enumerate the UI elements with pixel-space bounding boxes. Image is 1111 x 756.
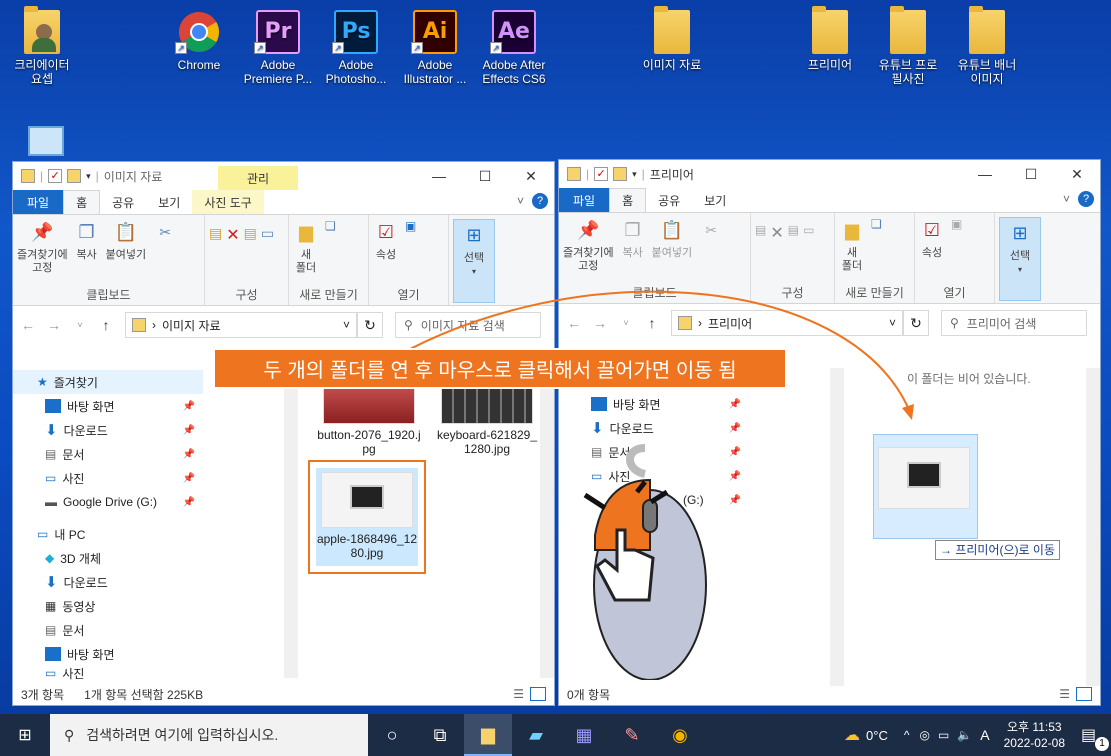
paint-icon[interactable]: ✎ xyxy=(608,714,656,756)
windows-start-icon[interactable]: ⊞ xyxy=(0,714,50,756)
chevron-up-icon[interactable]: ^ xyxy=(904,728,910,742)
notification-center-icon[interactable]: ▤ 1 xyxy=(1081,725,1111,751)
cortana-icon[interactable]: ○ xyxy=(368,714,416,756)
search-icon: ⚲ xyxy=(64,726,75,743)
ime-indicator[interactable]: A xyxy=(980,727,989,743)
network-icon[interactable]: ▭ xyxy=(938,728,949,742)
clock-date: 2022-02-08 xyxy=(1003,736,1065,750)
taskbar-search-input[interactable]: 검색하려면 여기에 입력하십시오. xyxy=(86,725,278,745)
volume-icon[interactable]: 🔈 xyxy=(957,728,972,742)
weather-icon[interactable]: ☁ xyxy=(844,725,860,745)
notes-app-icon[interactable]: ▰ xyxy=(512,714,560,756)
mouse-illustration-icon xyxy=(583,444,707,680)
task-view-icon[interactable]: ⧉ xyxy=(416,714,464,756)
clock[interactable]: 오후 11:53 2022-02-08 xyxy=(1004,719,1065,751)
notification-badge: 1 xyxy=(1095,737,1109,751)
instruction-caption: 두 개의 폴더를 연 후 마우스로 클릭해서 끌어가면 이동 됨 xyxy=(213,348,787,389)
clock-time: 오후 11:53 xyxy=(1007,720,1062,734)
taskbar-search[interactable]: ⚲ 검색하려면 여기에 입력하십시오. xyxy=(50,714,368,756)
file-explorer-icon[interactable]: ▆ xyxy=(464,714,512,756)
taskbar: ⊞ ⚲ 검색하려면 여기에 입력하십시오. ○ ⧉ ▆ ▰ ▦ ✎ ◉ ☁ 0°… xyxy=(0,714,1111,756)
meet-now-icon[interactable]: ◎ xyxy=(919,728,929,742)
weather-temp[interactable]: 0°C xyxy=(866,728,888,743)
chrome-icon[interactable]: ◉ xyxy=(656,714,704,756)
calculator-icon[interactable]: ▦ xyxy=(560,714,608,756)
